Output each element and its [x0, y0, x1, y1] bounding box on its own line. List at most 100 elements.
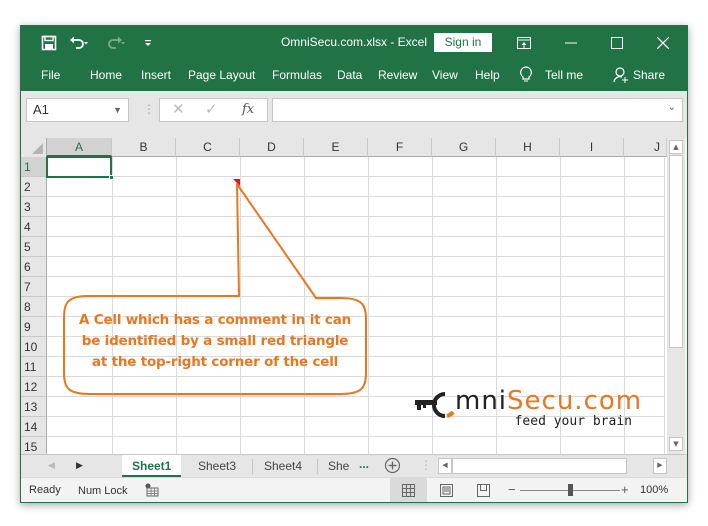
vertical-scroll-thumb[interactable]: [669, 155, 683, 348]
selected-cell-a1[interactable]: [46, 156, 112, 178]
grid-view-icon: [402, 484, 415, 497]
row-gridline: [47, 236, 665, 237]
zoom-slider-thumb[interactable]: [567, 484, 573, 496]
row-header-7[interactable]: 7: [21, 277, 47, 297]
enter-icon[interactable]: ✓: [205, 100, 218, 118]
scroll-right-icon[interactable]: ▶: [653, 458, 667, 474]
column-header-h[interactable]: H: [496, 138, 560, 157]
row-header-15[interactable]: 15: [21, 437, 47, 454]
row-header-3[interactable]: 3: [21, 197, 47, 217]
tab-page-layout[interactable]: Page Layout: [188, 68, 255, 82]
scroll-left-icon[interactable]: ◀: [438, 458, 452, 474]
tab-data[interactable]: Data: [337, 68, 362, 82]
row-header-12[interactable]: 12: [21, 377, 47, 397]
zoom-out-button[interactable]: −: [508, 482, 516, 497]
column-header-g[interactable]: G: [432, 138, 496, 157]
save-icon[interactable]: [41, 34, 57, 52]
formula-input[interactable]: ⌄: [272, 98, 683, 122]
column-header-d[interactable]: D: [240, 138, 304, 157]
zoom-in-button[interactable]: +: [621, 482, 629, 497]
select-all-button[interactable]: [21, 138, 47, 157]
insert-function-button[interactable]: fx: [242, 102, 254, 117]
tab-insert[interactable]: Insert: [141, 68, 171, 82]
cancel-icon[interactable]: ✕: [172, 100, 185, 118]
tab-formulas[interactable]: Formulas: [272, 68, 322, 82]
tab-view[interactable]: View: [432, 68, 458, 82]
column-header-j[interactable]: J: [624, 138, 667, 157]
status-ready: Ready: [29, 484, 61, 496]
chevron-down-icon[interactable]: ▼: [113, 99, 122, 121]
scroll-up-icon[interactable]: ▲: [669, 140, 683, 154]
column-header-e[interactable]: E: [304, 138, 368, 157]
row-header-13[interactable]: 13: [21, 397, 47, 417]
row-header-10[interactable]: 10: [21, 337, 47, 357]
share-button[interactable]: Share: [633, 68, 665, 82]
column-header-a[interactable]: A: [47, 138, 112, 157]
redo-icon[interactable]: [105, 34, 125, 52]
scroll-down-icon[interactable]: ▼: [669, 437, 683, 451]
tab-review[interactable]: Review: [378, 68, 417, 82]
callout-text: A Cell which has a comment in it can be …: [66, 310, 364, 373]
name-box[interactable]: A1 ▼: [26, 98, 129, 122]
maximize-icon[interactable]: [603, 32, 631, 54]
row-header-4[interactable]: 4: [21, 217, 47, 237]
column-header-f[interactable]: F: [368, 138, 432, 157]
sheet-tab-sheet4[interactable]: Sheet4: [254, 455, 312, 477]
column-header-c[interactable]: C: [176, 138, 240, 157]
sheet-tab-sheet3[interactable]: Sheet3: [188, 455, 246, 477]
row-header-11[interactable]: 11: [21, 357, 47, 377]
next-sheet-icon[interactable]: ▶: [76, 460, 83, 471]
undo-icon[interactable]: [69, 34, 89, 52]
logo-tagline: feed your brain: [514, 414, 632, 429]
tell-me-search[interactable]: Tell me: [545, 68, 583, 82]
sheet-tab-sheet1[interactable]: Sheet1: [122, 455, 182, 477]
row-gridline: [47, 176, 665, 177]
grip-icon[interactable]: ⋮: [143, 102, 155, 116]
sign-in-button[interactable]: Sign in: [434, 33, 492, 52]
horizontal-scroll-thumb[interactable]: [452, 458, 627, 474]
lightbulb-icon[interactable]: [519, 66, 533, 87]
page-break-view-icon[interactable]: [477, 484, 490, 500]
tab-file[interactable]: File: [41, 68, 60, 82]
page-layout-view-icon[interactable]: [440, 484, 453, 500]
tab-help[interactable]: Help: [475, 68, 500, 82]
callout-line: A Cell which has a comment in it can: [78, 312, 352, 328]
row-gridline: [47, 376, 665, 377]
splitter-grip-icon[interactable]: ⋮: [420, 458, 432, 472]
row-header-2[interactable]: 2: [21, 177, 47, 197]
row-header-1[interactable]: 1: [21, 157, 47, 177]
more-sheets-button[interactable]: ...: [359, 457, 369, 471]
close-icon[interactable]: [649, 32, 677, 54]
column-headers: A B C D E F G H I J: [21, 138, 667, 157]
row-header-6[interactable]: 6: [21, 257, 47, 277]
tab-home[interactable]: Home: [90, 68, 122, 82]
row-header-14[interactable]: 14: [21, 417, 47, 437]
macro-record-icon[interactable]: [145, 483, 159, 500]
ribbon-display-icon[interactable]: [510, 32, 538, 54]
comment-indicator-c2[interactable]: [233, 179, 240, 186]
column-gridline: [368, 157, 369, 454]
row-header-5[interactable]: 5: [21, 237, 47, 257]
row-gridline: [47, 436, 665, 437]
vertical-scrollbar[interactable]: ▲ ▼: [667, 138, 685, 454]
callout-line: be identified by a small red triangle: [81, 333, 349, 349]
row-gridline: [47, 276, 665, 277]
new-sheet-icon[interactable]: [384, 457, 401, 477]
sheet-tabs-bar: ◀ ▶ Sheet1 Sheet3 Sheet4 She ... ⋮ ◀ ▶: [21, 454, 687, 477]
share-person-icon[interactable]: [613, 66, 629, 87]
row-header-9[interactable]: 9: [21, 317, 47, 337]
normal-view-button[interactable]: [390, 478, 427, 502]
zoom-level[interactable]: 100%: [640, 484, 668, 496]
prev-sheet-icon[interactable]: ◀: [48, 460, 55, 471]
row-header-8[interactable]: 8: [21, 297, 47, 317]
horizontal-scrollbar[interactable]: ◀ ▶: [438, 458, 667, 475]
customize-qat-icon[interactable]: [143, 34, 153, 52]
sheet-tab-partial[interactable]: She: [318, 455, 359, 477]
fill-handle[interactable]: [109, 175, 114, 180]
column-header-b[interactable]: B: [112, 138, 176, 157]
column-header-i[interactable]: I: [560, 138, 624, 157]
formula-bar: A1 ▼ ⋮ ✕ ✓ fx ⌄: [21, 91, 687, 138]
key-icon: [415, 392, 455, 418]
expand-formula-icon[interactable]: ⌄: [668, 102, 676, 113]
minimize-icon[interactable]: [557, 32, 585, 54]
